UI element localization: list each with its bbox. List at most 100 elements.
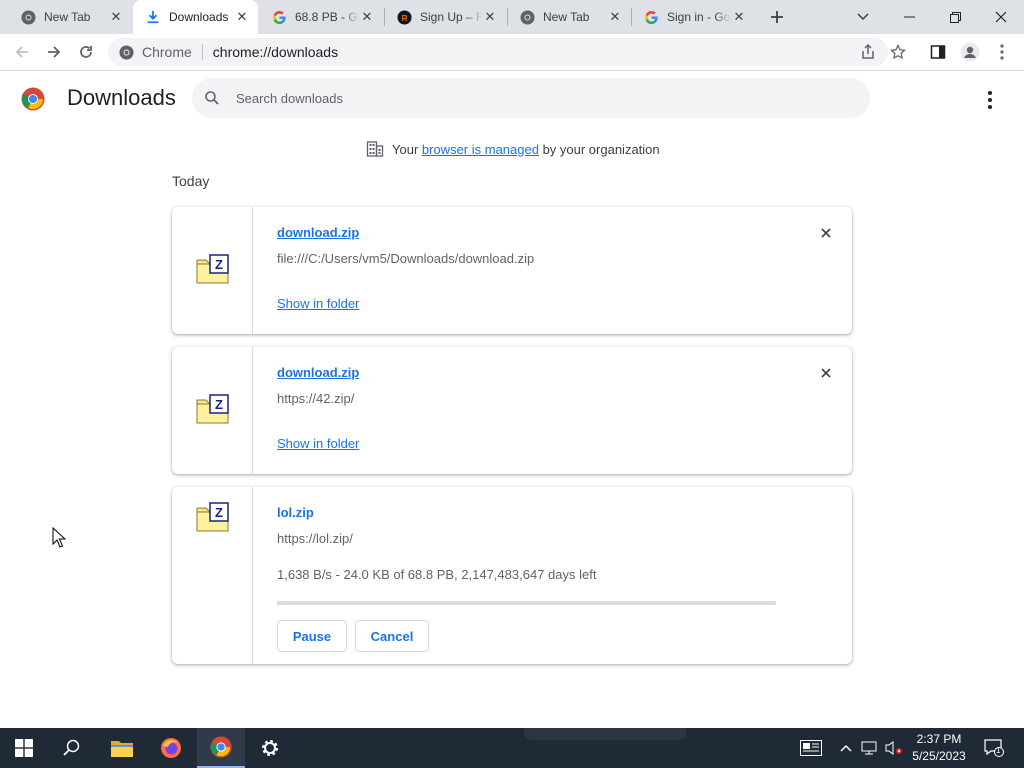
- google-icon: [271, 9, 287, 25]
- search-downloads[interactable]: [192, 78, 870, 118]
- tab-title: New Tab: [44, 10, 91, 24]
- close-icon: [995, 11, 1007, 23]
- tab-replit-signup[interactable]: R Sign Up – Replit ✕: [384, 0, 506, 34]
- browser-managed-link[interactable]: browser is managed: [422, 142, 539, 157]
- download-icon: [145, 9, 161, 25]
- page-title: Downloads: [67, 85, 176, 110]
- start-button[interactable]: [0, 728, 48, 768]
- download-item: Z download.zip https://42.zip/ Show in f…: [172, 347, 852, 474]
- chrome-icon: [20, 9, 36, 25]
- close-tab-icon[interactable]: ✕: [234, 9, 250, 25]
- replit-icon: R: [396, 9, 412, 25]
- folder-icon: [111, 741, 133, 757]
- back-button[interactable]: [8, 38, 36, 66]
- file-name-link[interactable]: lol.zip: [277, 505, 314, 520]
- tab-search-button[interactable]: [840, 0, 886, 34]
- close-icon: [821, 368, 831, 378]
- windows-logo-icon: [15, 739, 33, 757]
- show-in-folder-link[interactable]: Show in folder: [277, 296, 359, 311]
- site-name: Chrome: [142, 44, 192, 60]
- address-bar[interactable]: Chrome chrome://downloads: [108, 38, 888, 66]
- url-text[interactable]: chrome://downloads: [213, 44, 338, 60]
- clock-time: 2:37 PM: [916, 732, 962, 746]
- share-icon[interactable]: [860, 43, 876, 63]
- file-name-link[interactable]: download.zip: [277, 365, 359, 380]
- news-widget-button[interactable]: [796, 728, 826, 768]
- download-status: 1,638 B/s - 24.0 KB of 68.8 PB, 2,147,48…: [277, 567, 597, 582]
- zip-file-icon: Z: [196, 394, 229, 424]
- arrow-left-icon: [15, 46, 28, 58]
- tab-title: Sign in - Google Accounts: [667, 10, 731, 24]
- chrome-icon: [210, 736, 232, 758]
- managed-suffix: by your organization: [538, 141, 660, 157]
- tab-title: Downloads: [169, 10, 229, 24]
- forward-button[interactable]: [40, 38, 68, 66]
- restore-button[interactable]: [932, 0, 978, 34]
- pause-button[interactable]: Pause: [277, 620, 347, 652]
- search-input[interactable]: [236, 90, 836, 106]
- show-hidden-icons-button[interactable]: [838, 728, 854, 768]
- managed-prefix: Your: [392, 141, 422, 157]
- network-button[interactable]: [860, 728, 880, 768]
- tab-downloads[interactable]: Downloads ✕: [133, 0, 258, 34]
- clock-date: 5/25/2023: [912, 749, 966, 763]
- side-panel-button[interactable]: [924, 38, 952, 66]
- svg-text:Z: Z: [215, 397, 223, 412]
- omnibox-separator: [201, 44, 203, 60]
- firefox-button[interactable]: [147, 728, 195, 768]
- zip-file-icon: Z: [196, 502, 229, 532]
- tab-google-signin[interactable]: Sign in - Google Accounts ✕: [631, 0, 755, 34]
- chrome-icon: [118, 44, 134, 60]
- close-tab-icon[interactable]: ✕: [482, 9, 498, 25]
- tab-new-tab-2[interactable]: New Tab ✕: [507, 0, 631, 34]
- more-vert-icon: [1000, 44, 1004, 60]
- profile-button[interactable]: [956, 38, 984, 66]
- chevron-down-icon: [857, 13, 869, 21]
- firefox-icon: [161, 738, 181, 758]
- google-icon: [643, 9, 659, 25]
- file-explorer-button[interactable]: [98, 728, 146, 768]
- close-window-button[interactable]: [978, 0, 1024, 34]
- taskbar-search-button[interactable]: [48, 728, 96, 768]
- new-tab-button[interactable]: [766, 6, 788, 28]
- remove-from-list-button[interactable]: [816, 363, 836, 383]
- taskbar-clock[interactable]: 2:37 PM 5/25/2023: [904, 731, 974, 765]
- bookmark-star-button[interactable]: [884, 38, 912, 66]
- volume-button[interactable]: [884, 728, 904, 768]
- more-actions-button[interactable]: [978, 88, 1002, 112]
- chevron-up-icon: [840, 744, 852, 752]
- minimize-button[interactable]: [886, 0, 932, 34]
- gear-icon: [262, 740, 278, 756]
- tab-new-tab-1[interactable]: New Tab ✕: [8, 0, 132, 34]
- file-url: https://42.zip/: [277, 391, 355, 406]
- chrome-icon: [519, 9, 535, 25]
- chrome-menu-button[interactable]: [988, 38, 1016, 66]
- speaker-muted-icon: [885, 741, 902, 755]
- mouse-cursor-icon: [52, 527, 66, 548]
- tab-strip: New Tab ✕ Downloads ✕ 68.8 PB - Google S…: [0, 0, 1024, 34]
- close-tab-icon[interactable]: ✕: [731, 9, 747, 25]
- arrow-right-icon: [48, 46, 61, 58]
- show-in-folder-link[interactable]: Show in folder: [277, 436, 359, 451]
- reload-button[interactable]: [72, 38, 100, 66]
- settings-button[interactable]: [246, 728, 294, 768]
- news-icon: [800, 740, 822, 756]
- tab-google-search[interactable]: 68.8 PB - Google Search ✕: [259, 0, 383, 34]
- file-name-link[interactable]: download.zip: [277, 225, 359, 240]
- remove-from-list-button[interactable]: [816, 223, 836, 243]
- cancel-button[interactable]: Cancel: [355, 620, 429, 652]
- network-icon: [861, 741, 877, 755]
- avatar-icon: [960, 42, 980, 62]
- svg-text:R: R: [401, 12, 407, 22]
- dot: [988, 105, 992, 109]
- close-tab-icon[interactable]: ✕: [607, 9, 623, 25]
- search-icon: [63, 739, 80, 756]
- close-tab-icon[interactable]: ✕: [108, 9, 124, 25]
- notification-center-button[interactable]: 1: [982, 728, 1006, 768]
- tab-title: Sign Up – Replit: [420, 10, 482, 24]
- chrome-taskbar-button[interactable]: [197, 728, 245, 768]
- svg-text:Z: Z: [215, 505, 223, 520]
- tab-title: New Tab: [543, 10, 590, 24]
- dot: [988, 91, 992, 95]
- close-tab-icon[interactable]: ✕: [359, 9, 375, 25]
